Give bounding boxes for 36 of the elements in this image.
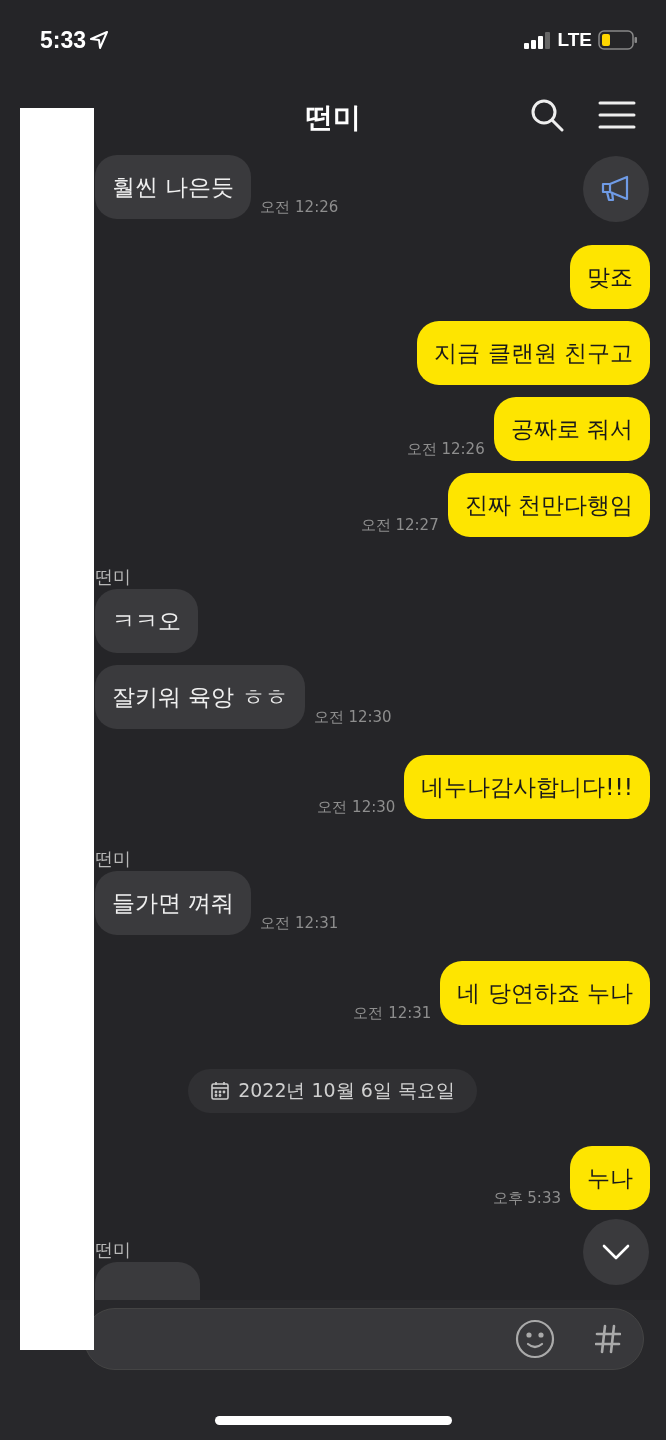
- message-bubble: 네누나감사합니다!!!: [404, 755, 650, 819]
- message-time: 오전 12:31: [260, 914, 339, 933]
- battery-icon: [598, 30, 638, 50]
- menu-icon[interactable]: [598, 100, 636, 130]
- location-icon: [90, 31, 109, 49]
- emoji-icon[interactable]: [515, 1319, 555, 1359]
- message-bubble: 훨씬 나은듯: [95, 155, 252, 219]
- network-label: LTE: [557, 29, 592, 51]
- message-time: 오전 12:31: [353, 1004, 432, 1023]
- search-icon[interactable]: [530, 98, 564, 132]
- message-bubble: 맞죠: [570, 245, 650, 309]
- message-time: 오후 5:33: [492, 1189, 561, 1208]
- message-bubble: ㅋㅋ오: [95, 589, 198, 653]
- message-time: 오전 12:30: [317, 798, 396, 817]
- message-bubble: 잘키워 육앙 ㅎㅎ: [95, 665, 305, 729]
- message-time: 오전 12:27: [360, 516, 439, 535]
- message-bubble: 누나: [570, 1146, 650, 1210]
- date-text: 2022년 10월 6일 목요일: [238, 1078, 455, 1103]
- message-bubble: 공짜로 줘서: [493, 397, 650, 461]
- clock: 5:33: [40, 26, 87, 54]
- message-bubble: 들가면 껴줘: [95, 871, 252, 935]
- sender-name: 떤미: [95, 1239, 131, 1260]
- message-bubble: 네 당연하죠 누나: [440, 961, 650, 1025]
- sender-name: 떤미: [95, 566, 131, 587]
- chat-title: 떤미: [305, 99, 361, 136]
- chevron-down-icon: [602, 1244, 630, 1260]
- hashtag-icon[interactable]: [595, 1324, 621, 1354]
- message-time: 오전 12:26: [260, 198, 339, 217]
- calendar-icon: [210, 1081, 231, 1101]
- message-bubble: 진짜 천만다행임: [447, 473, 650, 537]
- signal-icon: [523, 31, 552, 49]
- message-time: 오전 12:30: [313, 708, 392, 727]
- sender-name: 떤미: [95, 848, 131, 869]
- megaphone-icon: [601, 175, 631, 203]
- message-bubble: 지금 클랜원 친구고: [417, 321, 650, 385]
- message-time: 오전 12:26: [406, 440, 485, 459]
